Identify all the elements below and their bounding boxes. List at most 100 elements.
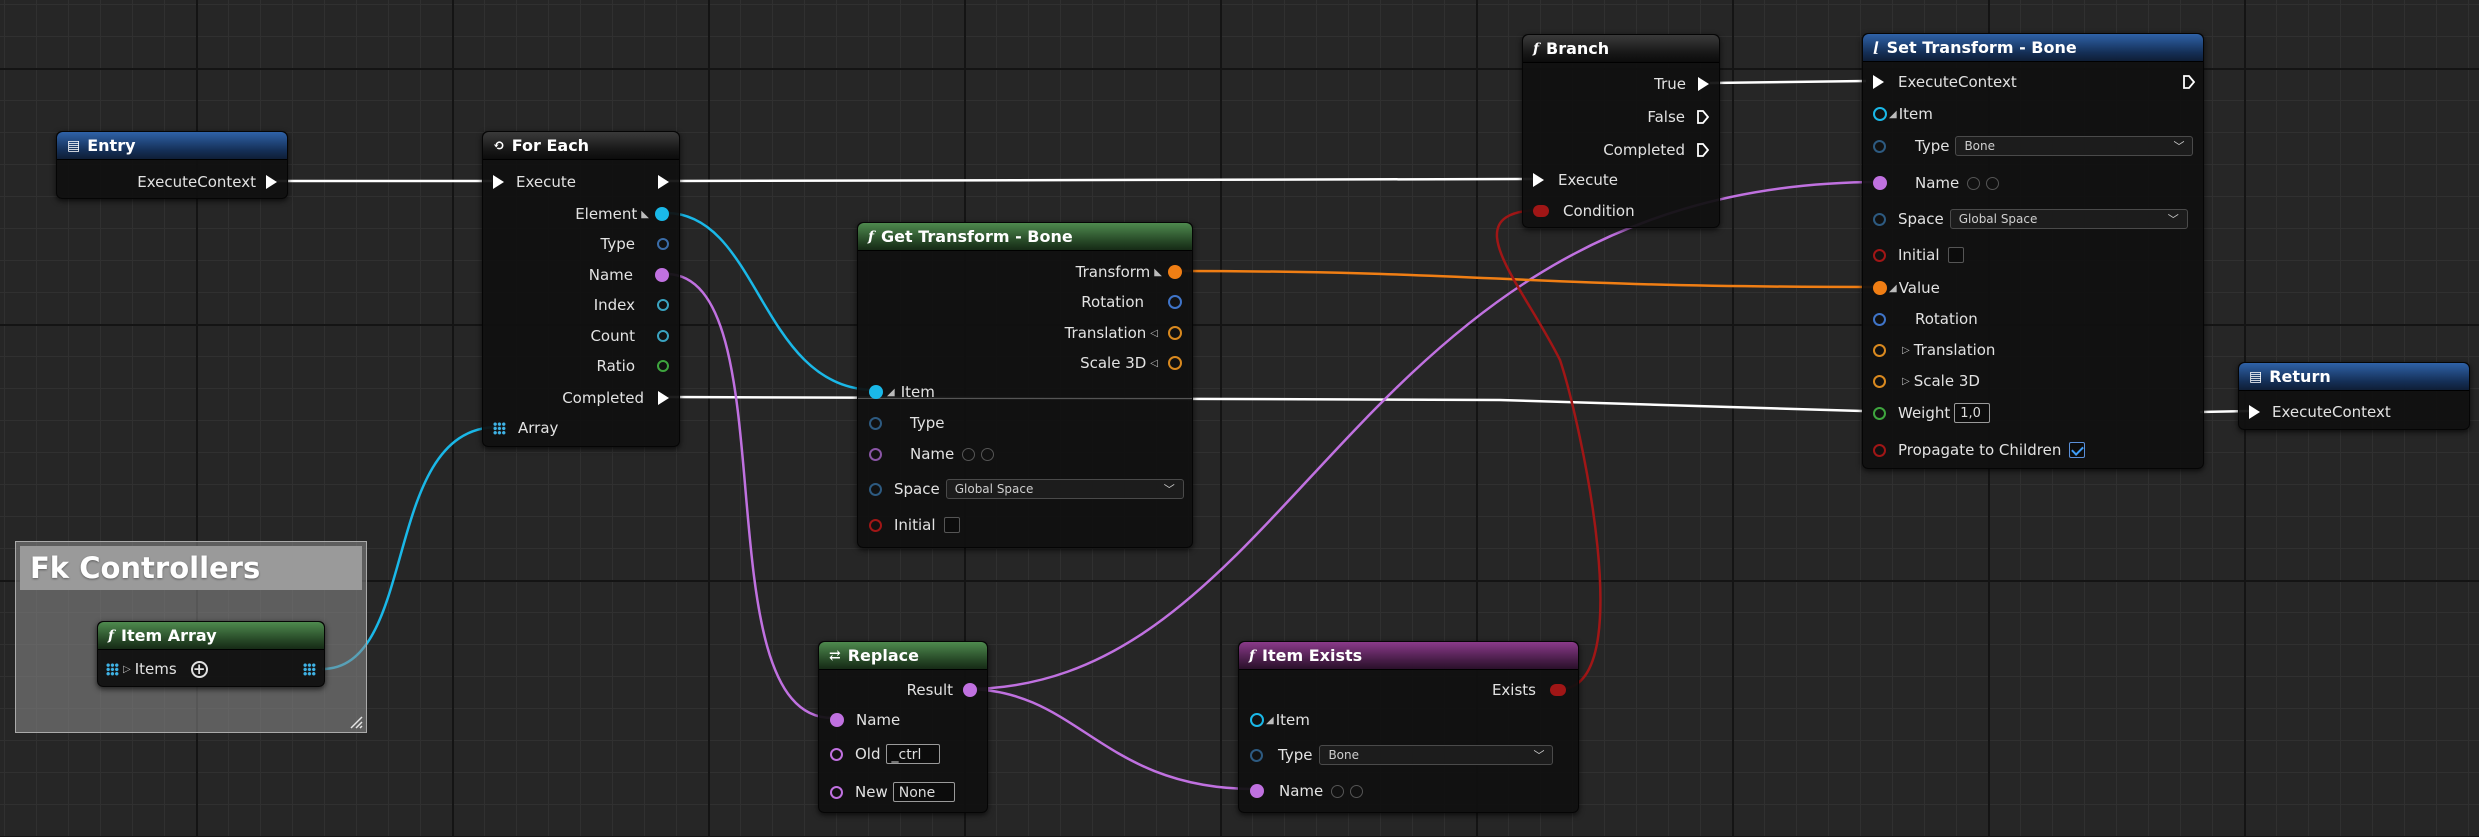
scale-pin[interactable] — [1873, 374, 1886, 388]
transform-pin[interactable] — [1168, 265, 1182, 279]
exec-out-pin[interactable] — [266, 175, 277, 189]
expand-arrow-icon[interactable]: ◣ — [1154, 267, 1162, 278]
name-picker-icons[interactable] — [962, 447, 995, 461]
browse-icon[interactable] — [1350, 784, 1364, 798]
item-pin[interactable] — [869, 385, 883, 399]
set-transform-node[interactable]: ⌊ Set Transform - Bone ExecuteContext ◢ … — [1862, 33, 2204, 469]
exec-in-pin[interactable] — [1873, 75, 1884, 89]
use-selected-icon[interactable] — [1967, 176, 1981, 190]
return-header[interactable]: ▤ Return — [2239, 363, 2469, 391]
old-input[interactable]: _ctrl — [885, 744, 940, 764]
collapse-arrow-icon[interactable]: ◁ — [1150, 328, 1158, 339]
exists-pin[interactable] — [1550, 684, 1566, 696]
name-pin[interactable] — [869, 447, 882, 461]
item-exists-node[interactable]: f Item Exists Exists ◢ Item Type Bone ﹀ … — [1238, 641, 1579, 813]
initial-checkbox[interactable] — [943, 517, 960, 533]
completed-exec-pin[interactable] — [658, 391, 669, 405]
type-dropdown[interactable]: Bone ﹀ — [1955, 136, 2194, 156]
new-input[interactable]: None — [892, 782, 955, 802]
item-array-header[interactable]: f Item Array — [98, 622, 324, 650]
type-pin[interactable] — [1873, 139, 1886, 153]
propagate-pin[interactable] — [1873, 443, 1886, 457]
index-pin[interactable] — [657, 299, 669, 311]
use-selected-icon[interactable] — [962, 447, 976, 461]
get-transform-header[interactable]: f Get Transform - Bone — [858, 223, 1192, 251]
collapse-arrow-icon[interactable]: ▷ — [1902, 345, 1910, 356]
ratio-pin[interactable] — [657, 360, 669, 372]
use-selected-icon[interactable] — [1331, 784, 1345, 798]
type-dropdown[interactable]: Bone ﹀ — [1319, 745, 1554, 765]
branch-node[interactable]: f Branch True False Completed Execute Co… — [1522, 34, 1720, 228]
type-pin[interactable] — [1250, 748, 1263, 762]
branch-header[interactable]: f Branch — [1523, 35, 1719, 63]
weight-pin[interactable] — [1873, 406, 1886, 420]
element-pin[interactable] — [655, 207, 669, 221]
return-node[interactable]: ▤ Return ExecuteContext — [2238, 362, 2470, 430]
replace-header[interactable]: ⇄ Replace — [819, 642, 987, 670]
expand-arrow-icon[interactable]: ◢ — [1266, 715, 1274, 726]
replace-node[interactable]: ⇄ Replace Result Name Old _ctrl New None — [818, 641, 988, 813]
new-pin[interactable] — [830, 785, 843, 799]
browse-icon[interactable] — [1986, 176, 2000, 190]
resize-grip-icon[interactable] — [349, 715, 363, 729]
initial-pin[interactable] — [869, 518, 882, 532]
execute-exec-pin[interactable] — [1533, 173, 1544, 187]
expand-arrow-icon[interactable]: ◢ — [1889, 283, 1897, 294]
name-in-row: Name — [1250, 780, 1364, 802]
name-pin[interactable] — [1250, 784, 1264, 798]
name-picker-icons[interactable] — [1331, 784, 1364, 798]
initial-checkbox[interactable] — [1947, 247, 1964, 263]
item-array-node[interactable]: f Item Array ▷ Items + — [97, 621, 325, 687]
type-pin[interactable] — [869, 416, 882, 430]
expand-arrow-icon[interactable]: ◢ — [1889, 109, 1897, 120]
translation-pin[interactable] — [1168, 326, 1182, 340]
propagate-checkbox[interactable] — [2069, 442, 2086, 458]
name-picker-icons[interactable] — [1967, 176, 2000, 190]
true-exec-pin[interactable] — [1698, 77, 1709, 91]
value-pin[interactable] — [1873, 281, 1887, 295]
items-out-pin[interactable] — [303, 662, 316, 676]
result-pin[interactable] — [963, 683, 977, 697]
rotation-pin[interactable] — [1168, 295, 1182, 309]
old-pin[interactable] — [830, 747, 843, 761]
entry-node[interactable]: ▤ Entry ExecuteContext — [56, 131, 288, 199]
name-pin[interactable] — [830, 713, 844, 727]
condition-pin[interactable] — [1533, 205, 1549, 217]
exec-in-pin[interactable] — [493, 175, 504, 189]
rotation-pin[interactable] — [1873, 312, 1886, 326]
space-dropdown[interactable]: Global Space ﹀ — [1949, 209, 2188, 229]
exec-out-pin[interactable] — [658, 175, 669, 189]
scale-pin[interactable] — [1168, 356, 1182, 370]
space-pin[interactable] — [1873, 212, 1886, 226]
collapse-arrow-icon[interactable]: ▷ — [1902, 376, 1910, 387]
item-exists-header[interactable]: f Item Exists — [1239, 642, 1578, 670]
item-pin[interactable] — [1250, 713, 1264, 727]
completed-exec-pin[interactable] — [1697, 143, 1709, 157]
set-transform-header[interactable]: ⌊ Set Transform - Bone — [1863, 34, 2203, 62]
collapse-arrow-icon[interactable]: ◁ — [1150, 358, 1158, 369]
expand-arrow-icon[interactable]: ▷ — [123, 664, 131, 675]
translation-pin[interactable] — [1873, 343, 1886, 357]
exec-in-pin[interactable] — [2249, 405, 2260, 419]
get-transform-node[interactable]: f Get Transform - Bone Transform ◣ Rotat… — [857, 222, 1193, 548]
for-each-header[interactable]: ⟲ For Each — [483, 132, 679, 160]
type-pin[interactable] — [657, 238, 669, 250]
expand-arrow-icon[interactable]: ◢ — [887, 387, 895, 398]
initial-pin[interactable] — [1873, 248, 1886, 262]
add-element-icon[interactable]: + — [190, 660, 208, 678]
name-pin[interactable] — [1873, 176, 1887, 190]
name-pin[interactable] — [655, 268, 669, 282]
entry-header[interactable]: ▤ Entry — [57, 132, 287, 160]
exec-out-pin[interactable] — [2183, 75, 2195, 89]
weight-input[interactable]: 1,0 — [1954, 403, 1991, 423]
space-pin[interactable] — [869, 482, 882, 496]
false-exec-pin[interactable] — [1697, 110, 1709, 124]
comment-title[interactable]: Fk Controllers — [20, 546, 362, 590]
for-each-node[interactable]: ⟲ For Each Execute Element ◣ Type Name I… — [482, 131, 680, 447]
count-pin[interactable] — [657, 330, 669, 342]
array-pin[interactable] — [493, 421, 506, 435]
expand-arrow-icon[interactable]: ◣ — [641, 209, 649, 220]
item-pin[interactable] — [1873, 107, 1887, 121]
browse-icon[interactable] — [981, 447, 995, 461]
space-dropdown[interactable]: Global Space ﹀ — [945, 479, 1184, 499]
